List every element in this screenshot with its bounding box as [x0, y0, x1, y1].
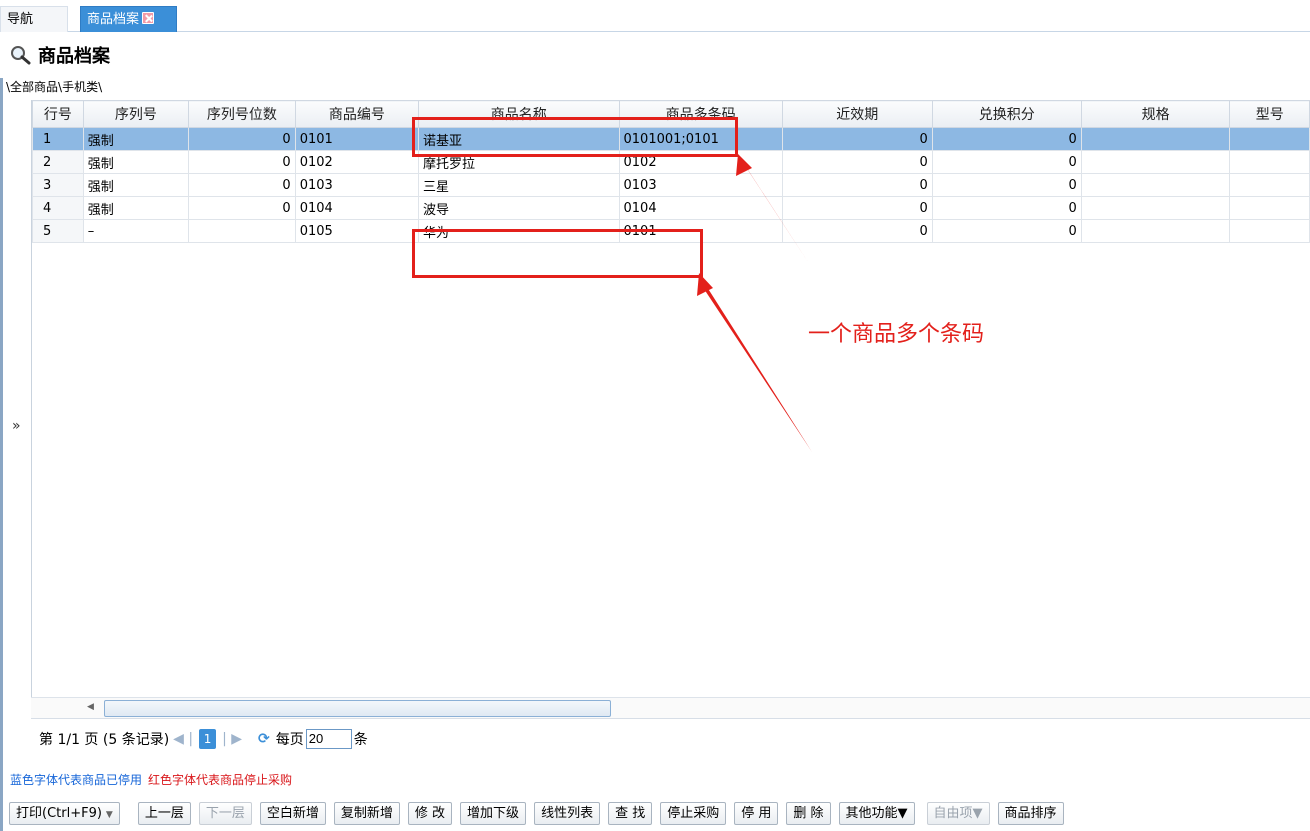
annotation-text: 一个商品多个条码 — [808, 322, 985, 347]
annotation-arrows — [697, 154, 812, 452]
